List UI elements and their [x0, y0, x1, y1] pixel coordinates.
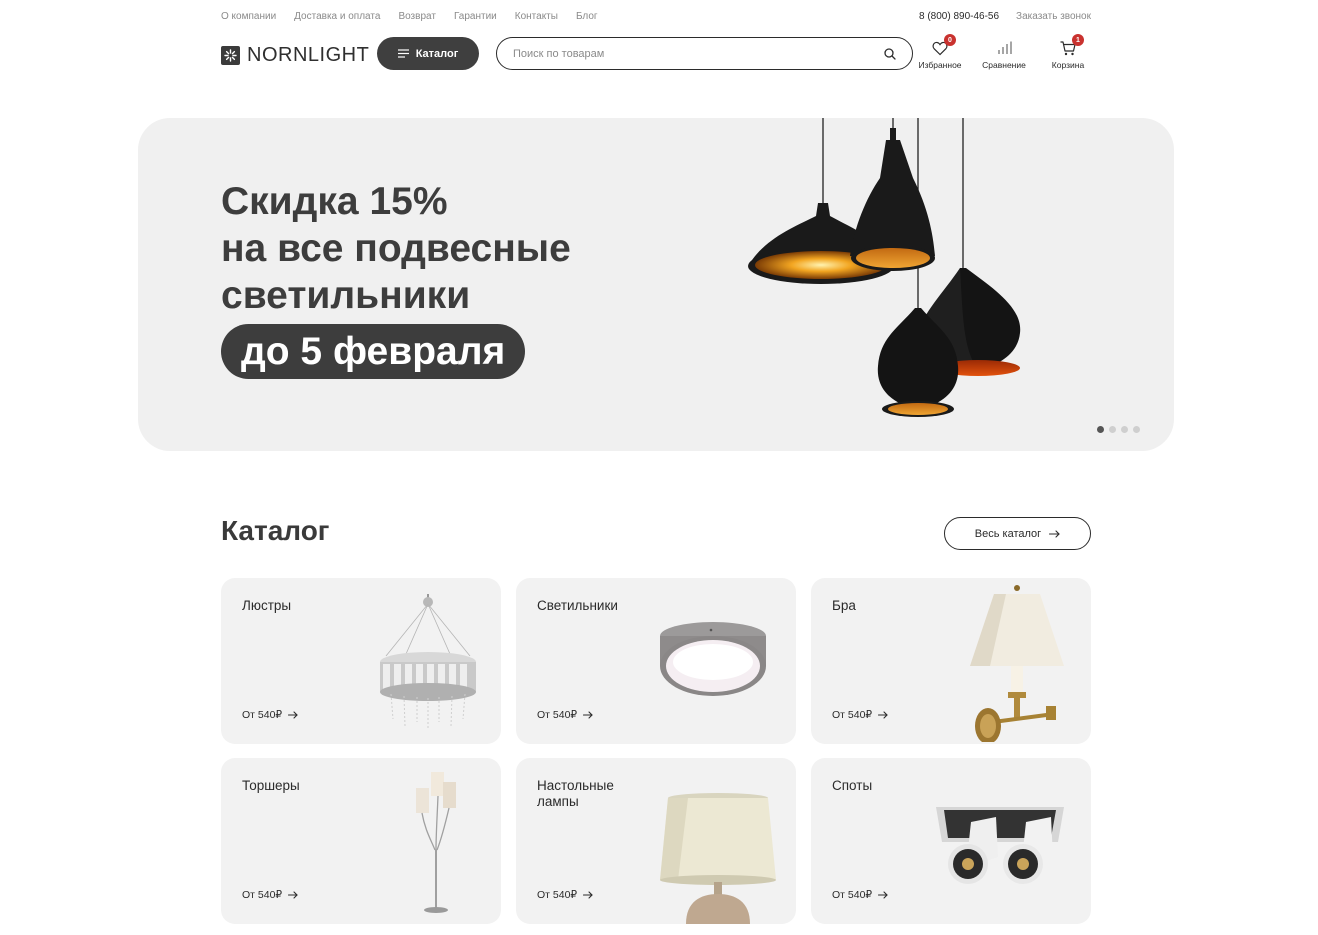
- category-title: Торшеры: [242, 778, 300, 793]
- floor-lamp-image: [416, 772, 456, 913]
- top-nav: О компании Доставка и оплата Возврат Гар…: [221, 11, 598, 22]
- table-lamp-image: [660, 793, 776, 924]
- all-catalog-button[interactable]: Весь каталог: [944, 517, 1091, 550]
- search-box: [496, 37, 913, 70]
- arrow-right-icon: [288, 711, 298, 719]
- category-price: От 540₽: [832, 709, 888, 721]
- category-title: Настольные лампы: [537, 778, 614, 809]
- arrow-right-icon: [583, 711, 593, 719]
- category-price: От 540₽: [242, 889, 298, 901]
- phone-number[interactable]: 8 (800) 890-46-56: [919, 11, 999, 22]
- hero-title: Скидка 15% на все подвесные светильники: [221, 180, 571, 317]
- category-price: От 540₽: [537, 709, 593, 721]
- nav-link-guarantee[interactable]: Гарантии: [454, 11, 497, 22]
- catalog-grid: Люстры От 540₽ Светильники От 540₽ Бра О…: [221, 578, 1091, 924]
- cart-label: Корзина: [1051, 60, 1085, 70]
- category-price-text: От 540₽: [832, 889, 873, 901]
- hero-deadline-pill: до 5 февраля: [221, 324, 526, 379]
- category-price-text: От 540₽: [537, 889, 578, 901]
- arrow-right-icon: [1049, 529, 1060, 538]
- category-price: От 540₽: [537, 889, 593, 901]
- category-title: Светильники: [537, 598, 618, 613]
- compare-label: Сравнение: [982, 60, 1026, 70]
- arrow-right-icon: [288, 891, 298, 899]
- header-actions: 0 Избранное Сравнение 1 Корзина: [917, 34, 1091, 70]
- category-card-table-lamps[interactable]: Настольные лампы От 540₽: [516, 758, 796, 924]
- nav-link-about[interactable]: О компании: [221, 11, 276, 22]
- category-price-text: От 540₽: [832, 709, 873, 721]
- slider-dots: [1097, 426, 1140, 433]
- category-card-chandeliers[interactable]: Люстры От 540₽: [221, 578, 501, 744]
- category-card-spots[interactable]: Споты От 540₽: [811, 758, 1091, 924]
- arrow-right-icon: [878, 891, 888, 899]
- arrow-right-icon: [878, 711, 888, 719]
- catalog-heading: Каталог: [221, 515, 330, 546]
- cart-count-badge: 1: [1072, 34, 1084, 46]
- slider-dot-3[interactable]: [1121, 426, 1128, 433]
- arrow-right-icon: [583, 891, 593, 899]
- nav-link-return[interactable]: Возврат: [398, 11, 436, 22]
- callback-link[interactable]: Заказать звонок: [1016, 11, 1091, 22]
- category-price-text: От 540₽: [242, 709, 283, 721]
- favorites-button[interactable]: 0 Избранное: [917, 34, 963, 70]
- cart-button[interactable]: 1 Корзина: [1045, 34, 1091, 70]
- favorites-count-badge: 0: [944, 34, 956, 46]
- category-title: Бра: [832, 598, 856, 613]
- category-card-floor-lamps[interactable]: Торшеры От 540₽: [221, 758, 501, 924]
- catalog-button[interactable]: Каталог: [377, 37, 479, 70]
- nav-link-contacts[interactable]: Контакты: [515, 11, 558, 22]
- menu-icon: [397, 49, 409, 58]
- bar-chart-icon: [997, 41, 1012, 54]
- nav-link-delivery[interactable]: Доставка и оплата: [294, 11, 380, 22]
- nav-link-blog[interactable]: Блог: [576, 11, 598, 22]
- category-card-lights[interactable]: Светильники От 540₽: [516, 578, 796, 744]
- catalog-button-label: Каталог: [415, 47, 459, 60]
- search-input[interactable]: [513, 47, 884, 60]
- category-title: Споты: [832, 778, 873, 793]
- chandelier-image: [380, 594, 476, 728]
- ceiling-light-image: [660, 622, 766, 696]
- category-title: Люстры: [242, 598, 292, 613]
- hero-banner[interactable]: Скидка 15% на все подвесные светильники …: [138, 118, 1174, 451]
- all-catalog-label: Весь каталог: [974, 527, 1042, 540]
- top-contacts: 8 (800) 890-46-56 Заказать звонок: [919, 11, 1091, 22]
- sconce-image: [970, 585, 1064, 742]
- category-price-text: От 540₽: [242, 889, 283, 901]
- top-bar: О компании Доставка и оплата Возврат Гар…: [221, 9, 1091, 23]
- header: NORNLIGHT Каталог 0 Избранное: [221, 34, 1091, 71]
- spotlight-image: [936, 807, 1064, 884]
- category-price: От 540₽: [832, 889, 888, 901]
- category-price: От 540₽: [242, 709, 298, 721]
- search-icon[interactable]: [884, 47, 896, 60]
- pendant-lamps-image: [748, 118, 1021, 417]
- slider-dot-4[interactable]: [1133, 426, 1140, 433]
- category-price-text: От 540₽: [537, 709, 578, 721]
- category-card-sconces[interactable]: Бра От 540₽: [811, 578, 1091, 744]
- slider-dot-1[interactable]: [1097, 426, 1104, 433]
- compare-button[interactable]: Сравнение: [981, 37, 1027, 70]
- logo[interactable]: NORNLIGHT: [221, 44, 369, 67]
- logo-icon: [221, 46, 240, 65]
- favorites-label: Избранное: [918, 60, 962, 70]
- slider-dot-2[interactable]: [1109, 426, 1116, 433]
- logo-text: NORNLIGHT: [247, 44, 370, 66]
